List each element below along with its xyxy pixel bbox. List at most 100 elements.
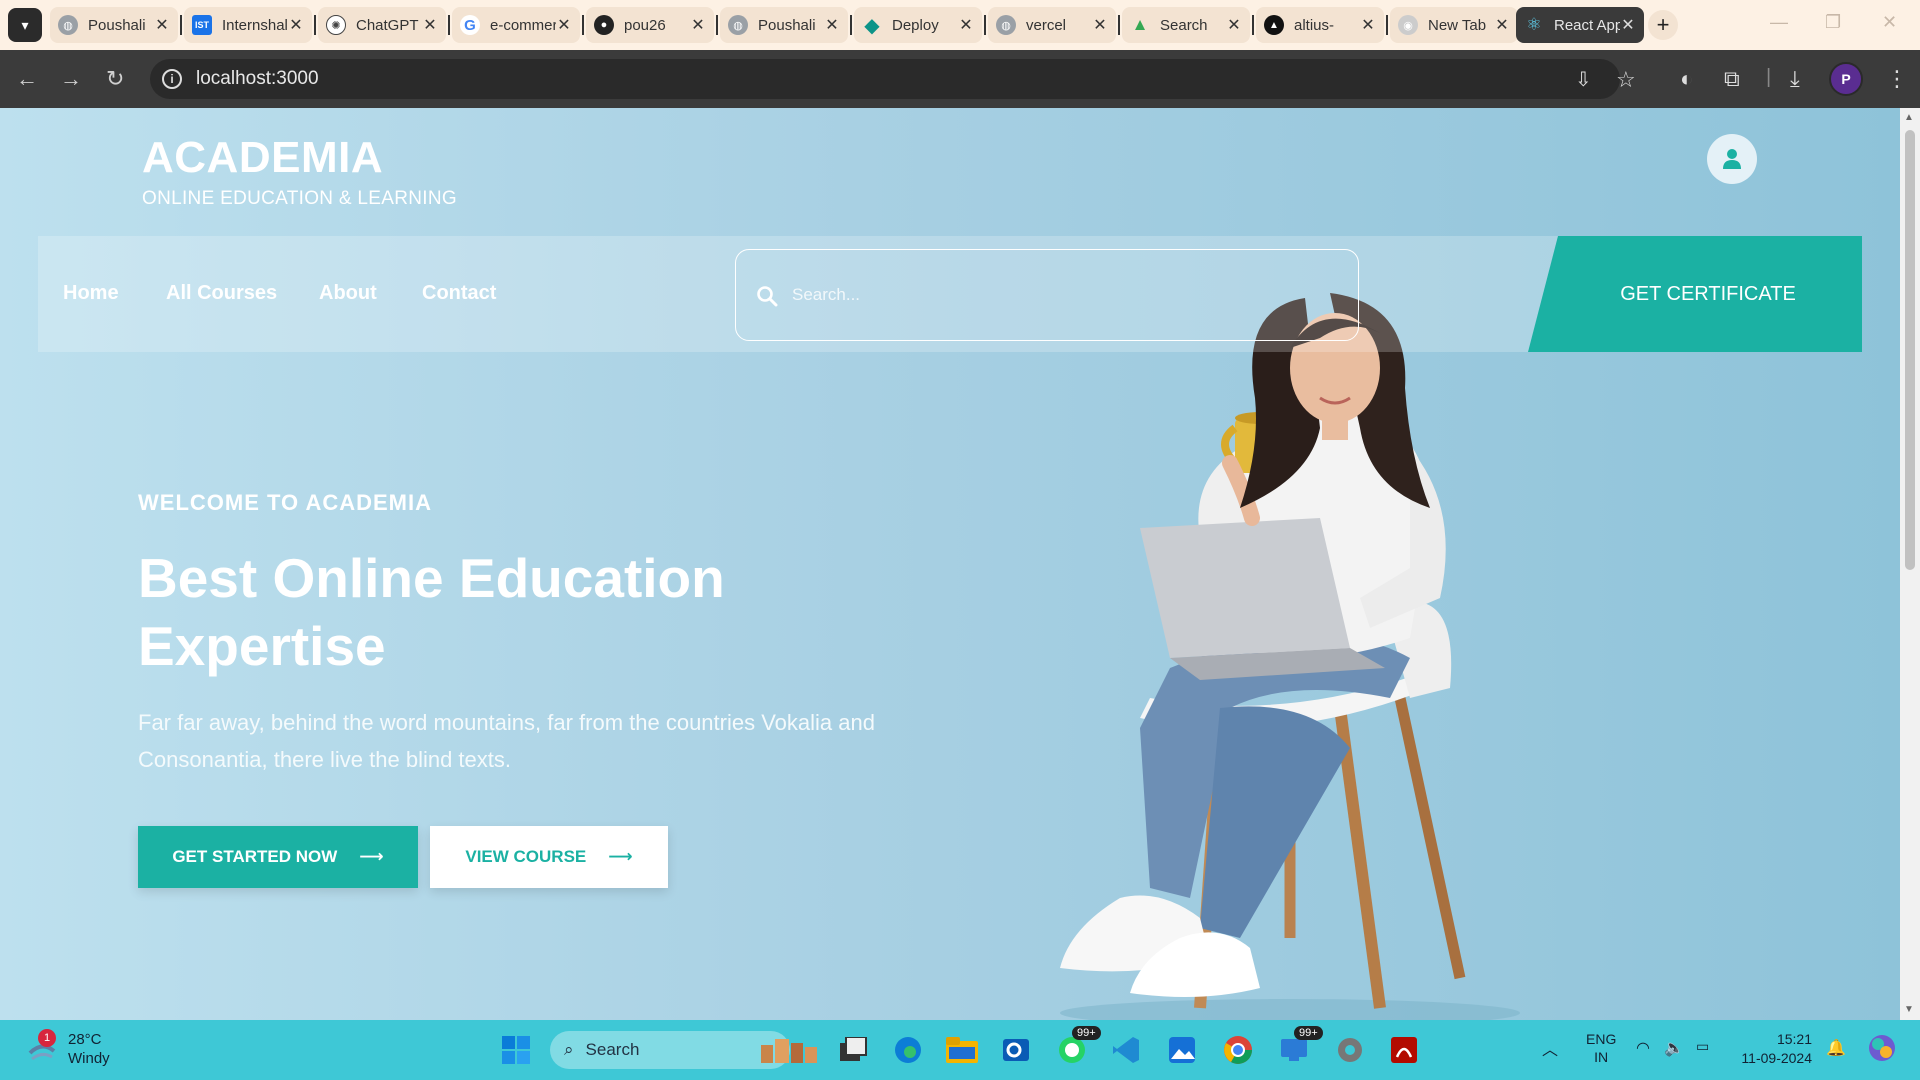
tab-title: Internshala <box>222 16 288 34</box>
photos-icon[interactable] <box>1164 1032 1200 1068</box>
tab-separator <box>984 15 986 35</box>
nav-link-contact[interactable]: Contact <box>422 282 496 305</box>
whatsapp-badge: 99+ <box>1072 1026 1101 1040</box>
close-icon[interactable]: ✕ <box>288 15 304 35</box>
brand-logo[interactable]: ACADEMIA ONLINE EDUCATION & LEARNING <box>142 134 457 210</box>
browser-tab[interactable]: G e-commerce ✕ <box>452 7 580 43</box>
bookmark-star-icon[interactable]: ☆ <box>1616 67 1636 93</box>
clock-time: 15:21 <box>1776 1031 1812 1047</box>
browser-tab-active[interactable]: ⚛ React App ✕ <box>1516 7 1644 43</box>
new-tab-button[interactable]: + <box>1648 10 1678 40</box>
tab-title: Deploy <box>892 16 939 34</box>
close-icon[interactable]: ✕ <box>690 15 706 35</box>
tab-title: New Tab <box>1428 16 1487 34</box>
close-icon[interactable]: ✕ <box>1092 15 1108 35</box>
hero-section: WELCOME TO ACADEMIA Best Online Educatio… <box>138 490 918 778</box>
minimize-icon[interactable]: — <box>1770 12 1788 33</box>
browser-tab[interactable]: ◍ Poushali ✕ <box>720 7 848 43</box>
close-icon[interactable]: ✕ <box>1360 15 1376 35</box>
scroll-down-icon[interactable]: ▼ <box>1904 1004 1914 1015</box>
close-window-icon[interactable]: ✕ <box>1882 12 1897 33</box>
close-icon[interactable]: ✕ <box>1494 15 1510 35</box>
search-input[interactable] <box>790 272 1330 318</box>
view-course-button[interactable]: VIEW COURSE ⟶ <box>430 826 668 888</box>
url-text[interactable]: localhost:3000 <box>196 68 319 90</box>
download-icon[interactable]: ⤓ <box>1790 66 1800 92</box>
close-icon[interactable]: ✕ <box>824 15 840 35</box>
deploy-icon: ◆ <box>864 14 880 37</box>
chrome-icon[interactable] <box>1220 1032 1256 1068</box>
browser-tab[interactable]: ◆ Deploy ✕ <box>854 7 982 43</box>
ist-icon: IST <box>192 15 212 35</box>
close-icon[interactable]: ✕ <box>556 15 572 35</box>
address-bar[interactable]: i localhost:3000 ⇩ ☆ <box>150 59 1636 99</box>
edge-browser-icon[interactable] <box>890 1032 926 1068</box>
back-icon[interactable]: ← <box>16 66 38 92</box>
teams-remote-icon[interactable]: 99+ <box>1276 1026 1323 1068</box>
weather-description: Windy <box>68 1050 110 1067</box>
clock[interactable]: 15:21 11-09-2024 <box>1736 1030 1812 1068</box>
vscode-icon[interactable] <box>1108 1032 1144 1068</box>
copilot-icon[interactable] <box>1866 1032 1898 1067</box>
get-started-button[interactable]: GET STARTED NOW ⟶ <box>138 826 418 888</box>
file-explorer-icon[interactable] <box>944 1032 980 1068</box>
toolbar-divider: | <box>1766 66 1772 88</box>
brand-subtitle: ONLINE EDUCATION & LEARNING <box>142 188 457 209</box>
tab-search-button[interactable]: ▾ <box>8 8 42 42</box>
browser-tab[interactable]: ✺ ChatGPT ✕ <box>318 7 446 43</box>
restore-icon[interactable]: ❐ <box>1825 12 1841 33</box>
profile-avatar[interactable]: P <box>1829 62 1863 96</box>
settings-gear-icon[interactable] <box>1332 1032 1368 1068</box>
volume-icon[interactable]: 🔈 <box>1664 1038 1684 1058</box>
taskbar-search[interactable]: ⌕ Search <box>550 1031 790 1069</box>
clock-date: 11-09-2024 <box>1741 1050 1812 1066</box>
notification-bell-icon[interactable]: 🔔 <box>1826 1038 1846 1058</box>
chrome-icon: ◉ <box>1398 15 1418 35</box>
forward-icon[interactable]: → <box>60 66 82 92</box>
browser-tab[interactable]: ▲ Search ✕ <box>1122 7 1250 43</box>
close-icon[interactable]: ✕ <box>422 15 438 35</box>
battery-icon[interactable]: ▭ <box>1696 1038 1709 1055</box>
webpage-viewport: ACADEMIA ONLINE EDUCATION & LEARNING Hom… <box>0 108 1900 1020</box>
browser-tab[interactable]: ◍ Poushali ✕ <box>50 7 178 43</box>
menu-kebab-icon[interactable]: ⋮ <box>1886 66 1908 92</box>
scroll-up-icon[interactable]: ▲ <box>1904 112 1914 123</box>
page-scrollbar[interactable]: ▲ ▼ <box>1900 108 1920 1020</box>
close-icon[interactable]: ✕ <box>154 15 170 35</box>
browser-tab[interactable]: ● pou26 ✕ <box>586 7 714 43</box>
nav-link-home[interactable]: Home <box>63 282 119 305</box>
tab-title: React App <box>1554 16 1620 34</box>
whatsapp-icon[interactable]: 99+ <box>1054 1026 1101 1068</box>
install-app-icon[interactable]: ⇩ <box>1575 67 1592 92</box>
browser-tab[interactable]: IST Internshala ✕ <box>184 7 312 43</box>
google-icon: G <box>460 15 480 35</box>
browser-tab[interactable]: ◉ New Tab ✕ <box>1390 7 1518 43</box>
extension-icon[interactable]: ◐ <box>1680 66 1693 92</box>
language-indicator[interactable]: ENG IN <box>1586 1030 1616 1066</box>
close-icon[interactable]: ✕ <box>1620 15 1636 35</box>
tab-separator <box>1118 15 1120 35</box>
weather-widget[interactable]: 1 28°C Windy <box>26 1029 110 1068</box>
wifi-icon[interactable]: ◠ <box>1636 1038 1650 1058</box>
main-navbar: Home All Courses About Contact GET CERTI… <box>38 236 1862 352</box>
windows-start-icon[interactable] <box>498 1032 534 1068</box>
acrobat-icon[interactable] <box>1386 1032 1422 1068</box>
user-account-button[interactable] <box>1707 134 1757 184</box>
browser-tab[interactable]: ◍ vercel ✕ <box>988 7 1116 43</box>
browser-tab[interactable]: ▲ altius- ✕ <box>1256 7 1384 43</box>
tab-separator <box>1386 15 1388 35</box>
nav-link-all-courses[interactable]: All Courses <box>166 282 277 305</box>
task-view-icon[interactable] <box>836 1032 872 1068</box>
nav-link-about[interactable]: About <box>319 282 377 305</box>
close-icon[interactable]: ✕ <box>1226 15 1242 35</box>
close-icon[interactable]: ✕ <box>958 15 974 35</box>
get-certificate-button[interactable]: GET CERTIFICATE <box>1528 236 1862 352</box>
tab-separator <box>850 15 852 35</box>
reload-icon[interactable]: ↻ <box>106 66 124 92</box>
site-info-icon[interactable]: i <box>162 69 182 89</box>
search-box <box>735 249 1359 341</box>
outlook-icon[interactable] <box>998 1032 1034 1068</box>
scroll-thumb[interactable] <box>1905 130 1915 570</box>
puzzle-icon[interactable]: ⧉ <box>1724 66 1740 92</box>
tray-chevron-icon[interactable]: ︿ <box>1542 1036 1558 1060</box>
